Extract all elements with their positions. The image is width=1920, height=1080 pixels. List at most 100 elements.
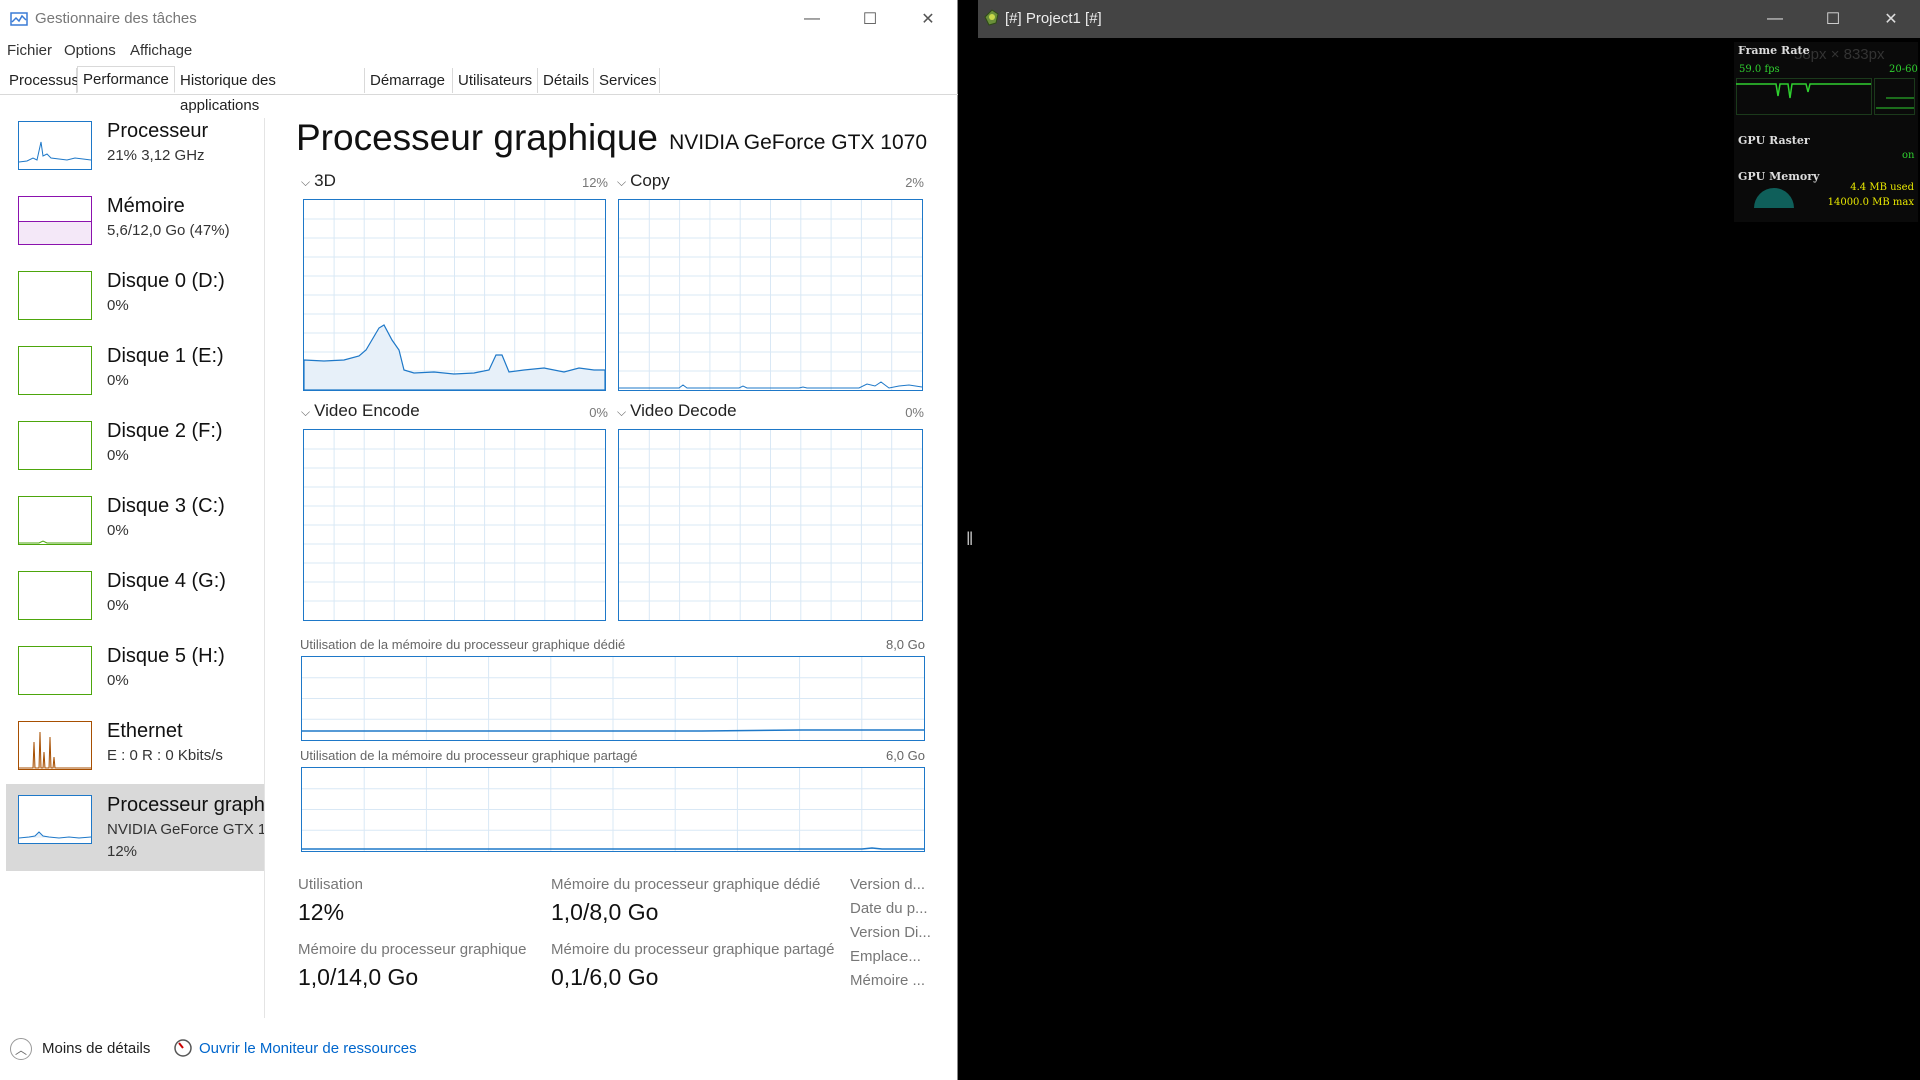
ethernet-sparkline <box>19 731 91 769</box>
window-title: Gestionnaire des tâches <box>35 10 197 27</box>
tab-utilisateurs[interactable]: Utilisateurs <box>453 68 538 93</box>
disk-thumbnail-graph <box>18 346 92 395</box>
sidebar-item-sub: 0% <box>107 447 129 464</box>
tab-processus[interactable]: Processus <box>4 68 79 93</box>
chevron-down-icon: ⌵ <box>301 175 311 189</box>
frame-rate-title: Frame Rate <box>1738 44 1810 57</box>
stat-gpu-memory-label: Mémoire du processeur graphique <box>298 941 527 958</box>
sidebar-item-name: Disque 1 (E:) <box>107 345 224 367</box>
task-manager-window: Gestionnaire des tâches — ☐ ✕ Fichier Op… <box>0 0 958 1080</box>
disk-thumbnail-graph <box>18 421 92 470</box>
sidebar-item-usage: 12% <box>107 843 138 860</box>
less-details-button[interactable]: Moins de détails <box>42 1040 150 1057</box>
prop-driver-version: Version d... <box>850 876 926 893</box>
sidebar-item-sub: 0% <box>107 297 129 314</box>
project-window-title: [#] Project1 [#] <box>1005 10 1102 27</box>
gpu-memory-max: 14000.0 MB max <box>1827 197 1914 208</box>
engine-label: Video Encode <box>314 401 420 420</box>
graph-video-encode-svg <box>304 430 605 620</box>
prop-driver-date: Date du p... <box>850 900 928 917</box>
close-button[interactable]: ✕ <box>899 0 957 38</box>
sidebar-item-sub: 0% <box>107 372 129 389</box>
tab-services[interactable]: Services <box>594 68 660 93</box>
chevron-down-icon: ⌵ <box>301 405 311 419</box>
stat-shared-value: 0,1/6,0 Go <box>551 964 659 990</box>
engine-selector-3d[interactable]: ⌵ 3D <box>301 171 336 191</box>
sidebar-item-sub: NVIDIA GeForce GTX 1070 <box>107 821 264 838</box>
sidebar-item-disque-4[interactable]: Disque 4 (G:) 0% <box>6 568 264 655</box>
sidebar-item-disque-1[interactable]: Disque 1 (E:) 0% <box>6 343 264 430</box>
stat-dedicated-label: Mémoire du processeur graphique dédié <box>551 876 821 893</box>
engine-pct: 2% <box>905 175 924 190</box>
graph-dedicated-memory-svg <box>302 657 924 740</box>
sidebar-item-name: Disque 4 (G:) <box>107 570 226 592</box>
engine-pct: 0% <box>905 405 924 420</box>
tab-demarrage[interactable]: Démarrage <box>365 68 453 93</box>
engine-selector-copy[interactable]: ⌵ Copy <box>617 171 670 191</box>
prop-reserved-memory: Mémoire ... <box>850 972 926 989</box>
grid-lines <box>619 430 922 620</box>
sidebar-item-gpu-0[interactable]: Processeur graphique 0 NVIDIA GeForce GT… <box>6 784 264 871</box>
gpu-memory-title: GPU Memory <box>1738 170 1820 183</box>
app-icon <box>984 9 999 26</box>
tab-bar: Processus Performance Historique des app… <box>0 66 958 114</box>
engine-pct: 0% <box>589 405 608 420</box>
sidebar-item-name: Disque 2 (F:) <box>107 420 223 442</box>
disk-thumbnail-graph <box>18 646 92 695</box>
title-bar[interactable]: Gestionnaire des tâches — ☐ ✕ <box>0 0 958 38</box>
menu-options[interactable]: Options <box>64 40 116 62</box>
tab-historique[interactable]: Historique des applications <box>175 68 365 114</box>
chevron-down-icon: ⌵ <box>617 405 627 419</box>
sidebar-item-name: Processeur graphique 0 <box>107 794 264 816</box>
sidebar-item-disque-0[interactable]: Disque 0 (D:) 0% <box>6 268 264 355</box>
graph-shared-memory-svg <box>302 768 924 851</box>
dedicated-memory-max: 8,0 Go <box>885 637 925 652</box>
splitter-handle[interactable]: ‖ <box>966 529 973 550</box>
sidebar-item-name: Processeur <box>107 120 209 142</box>
graph-dedicated-memory <box>301 656 925 741</box>
disk-thumbnail-graph <box>18 571 92 620</box>
chevron-up-icon[interactable]: ︿ <box>10 1038 32 1060</box>
engine-selector-video-decode[interactable]: ⌵ Video Decode <box>617 401 737 421</box>
page-title: Processeur graphique <box>296 117 658 158</box>
graph-shared-memory <box>301 767 925 852</box>
graph-video-encode <box>303 429 606 621</box>
graph-video-decode <box>618 429 923 621</box>
stat-dedicated-value: 1,0/8,0 Go <box>551 899 659 925</box>
stat-gpu-memory-value: 1,0/14,0 Go <box>298 964 419 990</box>
fps-range: 20-60 <box>1889 64 1918 75</box>
shared-memory-label: Utilisation de la mémoire du processeur … <box>300 748 638 763</box>
sidebar-item-sub: 21% 3,12 GHz <box>107 147 205 164</box>
sidebar-item-disque-5[interactable]: Disque 5 (H:) 0% <box>6 643 264 730</box>
cpu-sparkline <box>19 141 91 163</box>
project-maximize-button[interactable]: ☐ <box>1804 0 1862 38</box>
minimize-button[interactable]: — <box>783 0 841 38</box>
sidebar-item-sub: 0% <box>107 522 129 539</box>
gpu-memory-used: 4.4 MB used <box>1850 182 1914 193</box>
resource-monitor-icon[interactable] <box>173 1038 193 1058</box>
tab-details[interactable]: Détails <box>538 68 594 93</box>
footer-bar: ︿ Moins de détails Ouvrir le Moniteur de… <box>0 1030 958 1070</box>
maximize-button[interactable]: ☐ <box>841 0 899 38</box>
sidebar-item-disque-2[interactable]: Disque 2 (F:) 0% <box>6 418 264 505</box>
project-title-bar[interactable]: [#] Project1 [#] — ☐ ✕ <box>978 0 1920 38</box>
panel-divider[interactable] <box>264 118 265 1018</box>
engine-selector-video-encode[interactable]: ⌵ Video Encode <box>301 401 420 421</box>
project-close-button[interactable]: ✕ <box>1862 0 1920 38</box>
disk-thumbnail-graph <box>18 496 92 545</box>
sidebar-item-name: Disque 0 (D:) <box>107 270 225 292</box>
engine-label: 3D <box>314 171 336 190</box>
tab-performance[interactable]: Performance <box>77 66 175 93</box>
sidebar-item-disque-3[interactable]: Disque 3 (C:) 0% <box>6 493 264 580</box>
sidebar-item-memoire[interactable]: Mémoire 5,6/12,0 Go (47%) <box>6 193 264 280</box>
menu-affichage[interactable]: Affichage <box>130 40 192 62</box>
grid-lines <box>302 657 924 740</box>
sidebar-item-processeur[interactable]: Processeur 21% 3,12 GHz <box>6 118 264 205</box>
open-resource-monitor-link[interactable]: Ouvrir le Moniteur de ressources <box>199 1040 417 1057</box>
grid-lines <box>304 430 605 620</box>
project-minimize-button[interactable]: — <box>1746 0 1804 38</box>
menu-fichier[interactable]: Fichier <box>7 40 52 62</box>
task-manager-icon <box>10 12 28 26</box>
sidebar-item-name: Ethernet <box>107 720 183 742</box>
gpu-raster-title: GPU Raster <box>1738 134 1810 147</box>
